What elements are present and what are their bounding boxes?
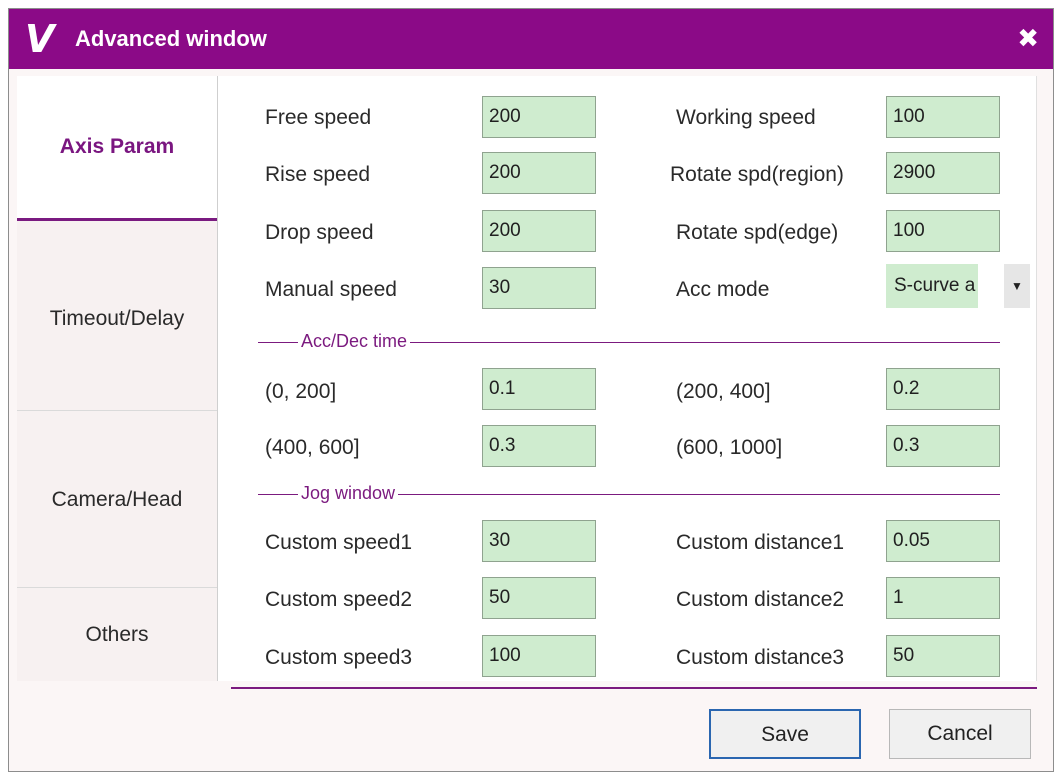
- acc-mode-label: Acc mode: [676, 278, 770, 301]
- jog-title: Jog window: [298, 483, 399, 504]
- sidebar: Axis Param Timeout/Delay Camera/Head Oth…: [17, 76, 218, 681]
- custom-distance3-label: Custom distance3: [676, 646, 845, 669]
- range-200-400-field[interactable]: 0.2: [886, 368, 1000, 410]
- dialog-body: Axis Param Timeout/Delay Camera/Head Oth…: [17, 76, 1037, 686]
- range-400-600-label: (400, 600]: [265, 436, 360, 459]
- cancel-button[interactable]: Cancel: [889, 709, 1031, 759]
- custom-distance1-label: Custom distance1: [676, 531, 845, 554]
- chevron-down-icon[interactable]: ▼: [1004, 264, 1030, 308]
- manual-speed-label: Manual speed: [265, 278, 397, 301]
- drop-speed-field[interactable]: 200: [482, 210, 596, 252]
- tab-label: Camera/Head: [51, 487, 183, 511]
- drop-speed-label: Drop speed: [265, 221, 374, 244]
- range-400-600-field[interactable]: 0.3: [482, 425, 596, 467]
- acc-mode-select[interactable]: S-curve a: [886, 264, 978, 308]
- rotate-region-field[interactable]: 2900: [886, 152, 1000, 194]
- free-speed-field[interactable]: 200: [482, 96, 596, 138]
- working-speed-label: Working speed: [676, 106, 816, 129]
- custom-speed2-label: Custom speed2: [265, 588, 413, 611]
- custom-distance3-field[interactable]: 50: [886, 635, 1000, 677]
- manual-speed-field[interactable]: 30: [482, 267, 596, 309]
- custom-speed2-field[interactable]: 50: [482, 577, 596, 619]
- tab-label: Axis Param: [59, 135, 175, 158]
- acc-dec-title: Acc/Dec time: [298, 331, 411, 352]
- custom-speed3-field[interactable]: 100: [482, 635, 596, 677]
- close-icon[interactable]: ✖: [1017, 23, 1039, 54]
- rotate-region-label: Rotate spd(region): [670, 163, 844, 186]
- window-title: Advanced window: [75, 26, 267, 51]
- tab-timeout-delay[interactable]: Timeout/Delay: [17, 228, 217, 411]
- tab-axis-param[interactable]: Axis Param: [17, 76, 217, 221]
- custom-speed1-field[interactable]: 30: [482, 520, 596, 562]
- rise-speed-label: Rise speed: [265, 163, 371, 186]
- custom-distance2-field[interactable]: 1: [886, 577, 1000, 619]
- rise-speed-field[interactable]: 200: [482, 152, 596, 194]
- custom-speed3-label: Custom speed3: [265, 646, 413, 669]
- range-0-200-label: (0, 200]: [265, 380, 337, 403]
- tab-label: Timeout/Delay: [49, 307, 185, 330]
- tab-others[interactable]: Others: [17, 589, 217, 681]
- range-200-400-label: (200, 400]: [676, 380, 771, 403]
- custom-speed1-label: Custom speed1: [265, 531, 413, 554]
- footer-divider: [231, 687, 1037, 689]
- free-speed-label: Free speed: [265, 106, 372, 129]
- rotate-edge-label: Rotate spd(edge): [676, 221, 839, 244]
- custom-distance1-field[interactable]: 0.05: [886, 520, 1000, 562]
- range-600-1000-field[interactable]: 0.3: [886, 425, 1000, 467]
- custom-distance2-label: Custom distance2: [676, 588, 845, 611]
- working-speed-field[interactable]: 100: [886, 96, 1000, 138]
- range-0-200-field[interactable]: 0.1: [482, 368, 596, 410]
- range-600-1000-label: (600, 1000]: [676, 436, 783, 459]
- save-button[interactable]: Save: [709, 709, 861, 759]
- title-bar[interactable]: V Advanced window ✖: [9, 9, 1053, 69]
- rotate-edge-field[interactable]: 100: [886, 210, 1000, 252]
- axis-param-panel: Free speed 200 Rise speed 200 Drop speed…: [218, 76, 1037, 681]
- app-logo-icon: V: [25, 17, 55, 61]
- tab-camera-head[interactable]: Camera/Head: [17, 412, 217, 588]
- tab-label: Others: [85, 623, 149, 646]
